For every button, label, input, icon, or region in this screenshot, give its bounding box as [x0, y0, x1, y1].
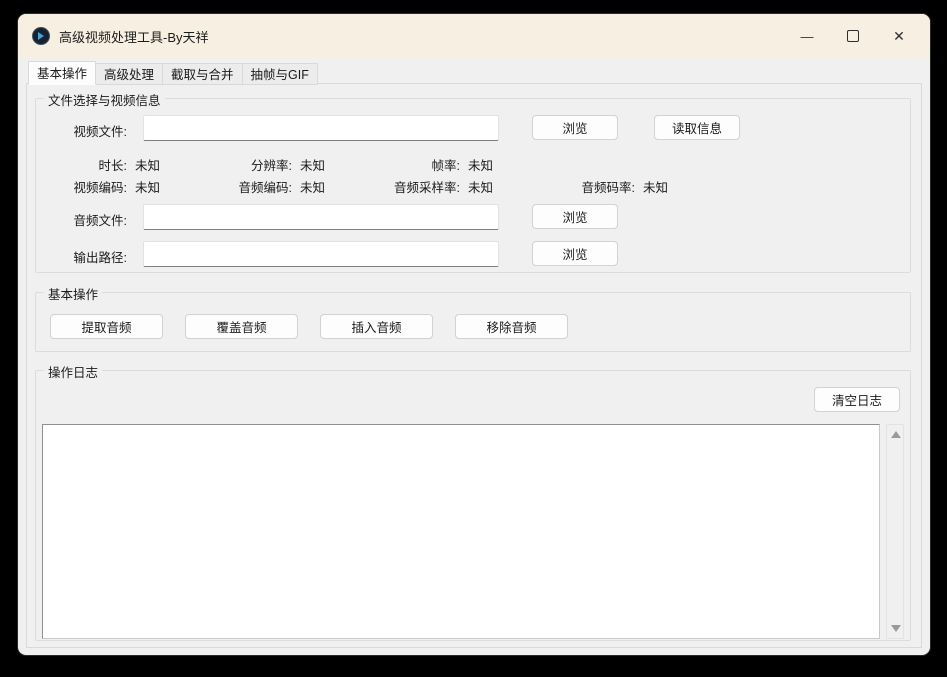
duration-label: 时长: [36, 155, 127, 174]
audio-file-label: 音频文件: [56, 210, 127, 229]
minimize-button[interactable]: — [784, 14, 830, 58]
group-operation-log-title: 操作日志 [44, 362, 102, 381]
output-path-input[interactable] [143, 241, 499, 267]
app-window: 高级视频处理工具-By天祥 — ✕ 基本操作 高级处理 截取与合并 抽帧与GIF… [18, 14, 930, 655]
group-basic-operations: 基本操作 提取音频 覆盖音频 插入音频 移除音频 [35, 292, 911, 352]
close-button[interactable]: ✕ [876, 14, 922, 58]
framerate-label: 帧率: [360, 155, 460, 174]
audio-samplerate-value: 未知 [468, 177, 493, 196]
app-icon [32, 27, 50, 45]
scroll-up-icon[interactable] [891, 431, 901, 438]
scroll-down-icon[interactable] [891, 625, 901, 632]
audio-samplerate-label: 音频采样率: [340, 177, 460, 196]
tab-panel-basic-operations: 文件选择与视频信息 视频文件: 浏览 读取信息 时长: 未知 分辨率: 未知 帧… [26, 83, 922, 648]
framerate-value: 未知 [468, 155, 493, 174]
tab-cut-and-merge[interactable]: 截取与合并 [162, 63, 242, 85]
video-codec-label: 视频编码: [36, 177, 127, 196]
group-file-selection: 文件选择与视频信息 视频文件: 浏览 读取信息 时长: 未知 分辨率: 未知 帧… [35, 98, 911, 273]
tab-basic-operations[interactable]: 基本操作 [28, 61, 96, 85]
group-basic-operations-title: 基本操作 [44, 284, 102, 303]
close-icon: ✕ [893, 28, 905, 45]
tab-advanced-processing[interactable]: 高级处理 [96, 63, 162, 85]
audio-codec-value: 未知 [300, 177, 325, 196]
desktop: { "window": { "title": "高级视频处理工具-By天祥", … [0, 0, 947, 677]
audio-bitrate-value: 未知 [643, 177, 668, 196]
remove-audio-button[interactable]: 移除音频 [455, 314, 568, 339]
resolution-label: 分辨率: [192, 155, 292, 174]
clear-log-button[interactable]: 清空日志 [814, 387, 900, 412]
log-textarea[interactable] [42, 424, 880, 639]
maximize-button[interactable] [830, 14, 876, 58]
video-file-input[interactable] [143, 115, 499, 141]
window-controls: — ✕ [784, 14, 930, 58]
video-browse-button[interactable]: 浏览 [532, 115, 618, 140]
audio-bitrate-label: 音频码率: [535, 177, 635, 196]
overwrite-audio-button[interactable]: 覆盖音频 [185, 314, 298, 339]
group-operation-log: 操作日志 清空日志 [35, 370, 911, 641]
extract-audio-button[interactable]: 提取音频 [50, 314, 163, 339]
window-title: 高级视频处理工具-By天祥 [59, 27, 209, 46]
tab-frame-extract-gif[interactable]: 抽帧与GIF [242, 63, 318, 85]
log-scrollbar[interactable] [886, 424, 904, 639]
group-file-selection-title: 文件选择与视频信息 [44, 90, 165, 109]
insert-audio-button[interactable]: 插入音频 [320, 314, 433, 339]
video-file-label: 视频文件: [56, 121, 127, 140]
titlebar[interactable]: 高级视频处理工具-By天祥 — ✕ [18, 14, 930, 58]
read-info-button[interactable]: 读取信息 [654, 115, 740, 140]
duration-value: 未知 [135, 155, 160, 174]
audio-file-input[interactable] [143, 204, 499, 230]
output-browse-button[interactable]: 浏览 [532, 241, 618, 266]
resolution-value: 未知 [300, 155, 325, 174]
minimize-icon: — [801, 29, 814, 44]
audio-codec-label: 音频编码: [192, 177, 292, 196]
video-codec-value: 未知 [135, 177, 160, 196]
tab-bar: 基本操作 高级处理 截取与合并 抽帧与GIF [28, 61, 318, 85]
maximize-icon [847, 30, 859, 42]
audio-browse-button[interactable]: 浏览 [532, 204, 618, 229]
output-path-label: 输出路径: [56, 247, 127, 266]
